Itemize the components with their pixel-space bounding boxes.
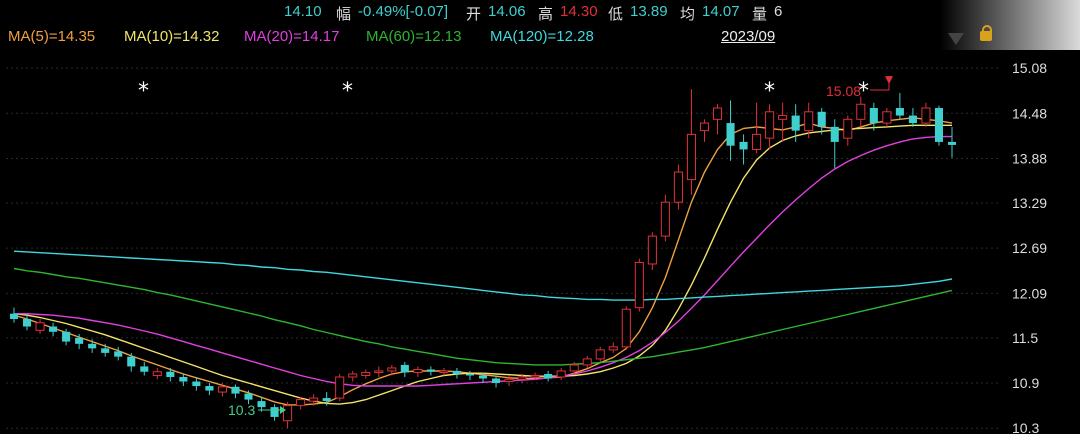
candle-body	[843, 118, 853, 139]
y-tick-label: 10.3	[1012, 420, 1039, 434]
candle-body	[127, 356, 136, 367]
candle-body	[101, 348, 110, 353]
candle-body	[660, 201, 670, 237]
candle-body	[947, 141, 957, 145]
candle-body	[140, 366, 149, 372]
ma-line-ma60	[13, 267, 953, 366]
candle-body	[517, 376, 527, 380]
y-tick-label: 12.09	[1012, 285, 1047, 301]
y-tick-label: 11.5	[1012, 330, 1038, 346]
candle-body	[88, 343, 97, 349]
y-tick-label: 14.48	[1012, 105, 1047, 121]
candle-body	[114, 351, 123, 357]
candle-body	[686, 133, 696, 181]
candle-body	[921, 107, 931, 124]
candle-body	[791, 115, 800, 131]
candle-body	[712, 107, 723, 120]
candle-body	[491, 378, 501, 384]
candle-body	[934, 108, 944, 142]
candle-body	[361, 371, 371, 376]
candle-body	[830, 126, 839, 142]
high-annotation-arrowhead	[885, 76, 893, 85]
high-annotation-arrow	[870, 82, 890, 91]
candle-body	[152, 371, 162, 376]
candle-body	[75, 337, 84, 344]
candlestick-chart: 15.08 14.48 13.88 13.29 12.69 12.09 11.5 10.9 10…	[6, 60, 1047, 434]
candle-body	[296, 399, 306, 407]
candle-body	[400, 364, 409, 373]
candle-body	[9, 313, 19, 319]
candle-body	[439, 370, 449, 373]
candle-body	[582, 358, 592, 366]
candle-body	[817, 111, 826, 127]
candle-body	[283, 405, 293, 422]
ma-line-ma120	[13, 250, 953, 301]
candle-body	[205, 386, 214, 391]
candle-body	[413, 368, 423, 373]
candle-body	[621, 308, 631, 348]
candle-body	[544, 373, 553, 379]
candle-body	[426, 369, 435, 372]
candle-body	[882, 111, 892, 124]
candle-body	[673, 171, 683, 203]
ma-line-ma10	[13, 124, 952, 405]
candle-body	[895, 108, 904, 116]
ma-line-ma20	[14, 135, 952, 387]
candle-body	[452, 370, 461, 374]
star-mark: *	[138, 79, 149, 104]
y-tick-label: 10.9	[1012, 375, 1039, 391]
candle-body	[908, 115, 917, 124]
candle-body	[257, 401, 266, 408]
candle-body	[778, 115, 788, 120]
candle-body	[270, 407, 279, 417]
y-tick-label: 13.88	[1012, 150, 1047, 166]
y-tick-label: 15.08	[1012, 60, 1047, 76]
candle-body	[608, 346, 618, 351]
candle-body	[217, 386, 227, 393]
candle-body	[739, 141, 748, 150]
candle-body	[856, 103, 866, 120]
candle-body	[335, 376, 345, 399]
star-mark: *	[764, 79, 775, 104]
high-annotation-label: 15.08	[826, 83, 861, 99]
candle-body	[179, 376, 188, 382]
candle-body	[504, 378, 514, 383]
candle-body	[35, 322, 45, 331]
candle-body	[231, 386, 240, 394]
candle-body	[752, 133, 762, 150]
candle-body	[595, 349, 605, 360]
candle-body	[22, 318, 32, 327]
candle-body	[322, 398, 331, 402]
candle-body	[699, 122, 710, 132]
y-tick-label: 13.29	[1012, 195, 1047, 211]
candle-body	[374, 370, 384, 373]
candle-body	[530, 374, 540, 378]
low-annotation-label: 10.3	[228, 402, 255, 418]
candle-body	[478, 375, 488, 379]
candle-body	[634, 261, 644, 309]
candle-body	[348, 373, 358, 378]
candle-body	[869, 108, 878, 124]
candle-body	[465, 373, 475, 376]
candle-body	[309, 397, 319, 402]
y-tick-label: 12.69	[1012, 240, 1047, 256]
candle-body	[556, 370, 566, 378]
candle-body	[244, 393, 253, 400]
candle-body	[647, 235, 657, 265]
candle-body	[387, 367, 397, 372]
candle-body	[569, 364, 579, 372]
candle-body	[726, 123, 735, 146]
candle-body	[166, 371, 175, 377]
star-mark: *	[342, 79, 353, 104]
candle-body	[62, 331, 71, 342]
candle-body	[192, 381, 201, 387]
candle-body	[49, 326, 58, 332]
candle-body	[804, 111, 814, 132]
candle-body	[765, 111, 775, 139]
